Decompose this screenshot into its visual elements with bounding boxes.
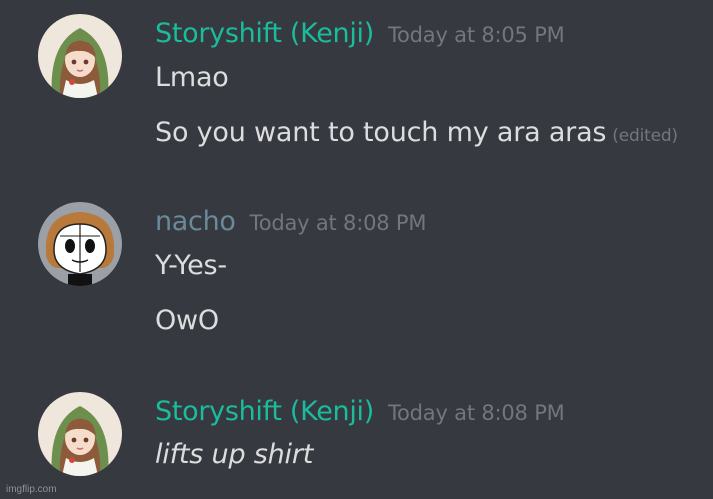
message-text: Lmao [155,62,229,93]
username[interactable]: Storyshift (Kenji) [155,18,374,49]
green-hood-girl-avatar-icon [38,14,122,98]
cartoon-face-avatar-icon [38,202,122,286]
edited-label: (edited) [612,126,678,146]
message-header: Storyshift (Kenji) Today at 8:08 PM [155,396,565,427]
watermark: imgflip.com [6,484,57,495]
message-header: Storyshift (Kenji) Today at 8:05 PM [155,18,565,49]
green-hood-girl-avatar-icon [38,392,122,476]
user-avatar-kenji[interactable] [38,392,122,476]
message-text: OwO [155,305,219,336]
message-text: lifts up shirt [155,439,314,470]
user-avatar-nacho[interactable] [38,202,122,286]
username[interactable]: Storyshift (Kenji) [155,396,374,427]
user-avatar-kenji[interactable] [38,14,122,98]
message-text-content: So you want to touch my ara aras [155,117,607,148]
timestamp: Today at 8:05 PM [387,23,565,47]
timestamp: Today at 8:08 PM [249,211,427,235]
message-header: nacho Today at 8:08 PM [155,206,426,237]
timestamp: Today at 8:08 PM [387,401,565,425]
message-text: Y-Yes- [155,250,227,281]
username[interactable]: nacho [155,206,236,237]
message-text: So you want to touch my ara aras (edited) [155,117,678,148]
